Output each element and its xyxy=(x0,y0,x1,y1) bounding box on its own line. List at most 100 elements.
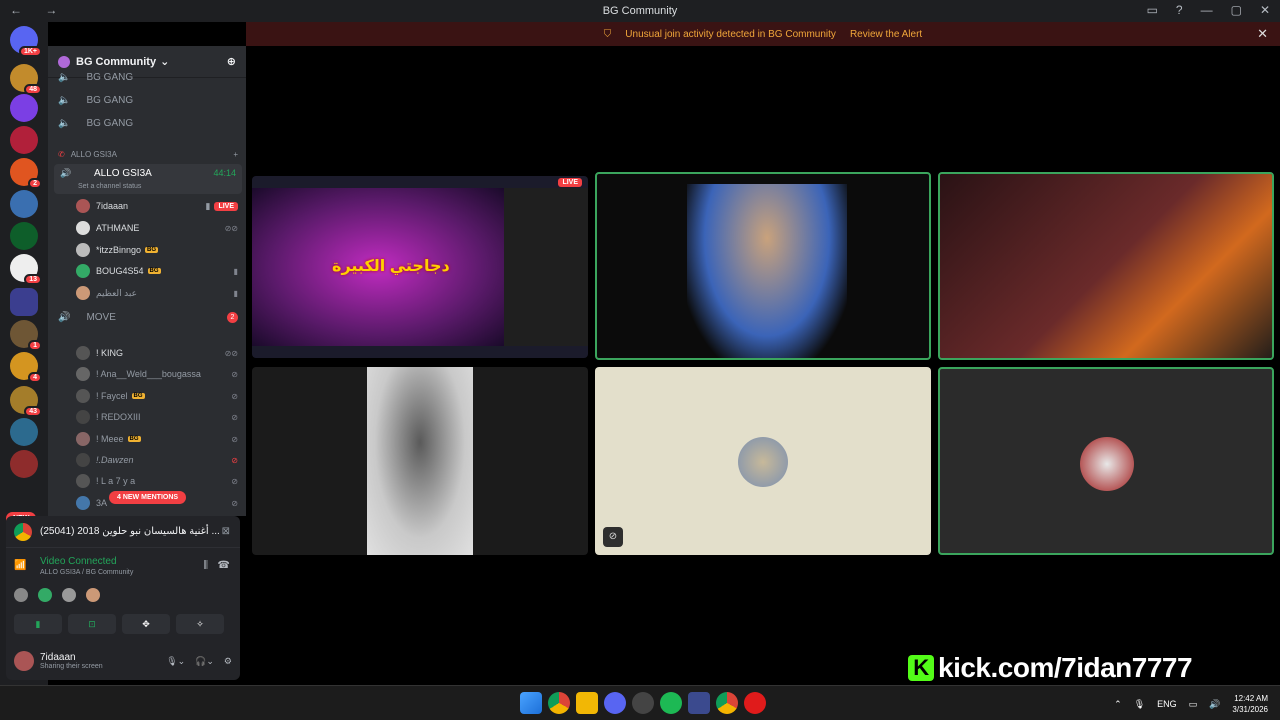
disconnect-icon[interactable]: ☎ xyxy=(218,560,230,571)
microphone-icon[interactable]: 🎙 xyxy=(1134,699,1145,710)
channel-sidebar: BG Community ⌄ ⊕ 🔈 BG GANG 🔈 BG GANG 🔈 BG G… xyxy=(48,46,246,516)
voice-member[interactable]: 7idaaan ▮ LIVE xyxy=(76,197,238,215)
channel-name: MOVE xyxy=(86,312,116,323)
discord-icon[interactable] xyxy=(604,692,626,714)
voice-member[interactable]: ! Ana__Weld___bougassa ⊘ xyxy=(76,365,238,383)
user-avatar[interactable] xyxy=(14,651,34,671)
new-mentions-pill[interactable]: 4 NEW MENTIONS xyxy=(109,491,187,504)
folder-icon[interactable] xyxy=(10,288,38,316)
server-icon[interactable]: 1 xyxy=(10,320,42,351)
server-icon[interactable]: 4 xyxy=(10,352,42,383)
voice-member[interactable]: ! KING ⊘⊘ xyxy=(76,344,238,362)
voice-channel[interactable]: 🔈 BG GANG xyxy=(58,118,238,129)
review-alert-link[interactable]: Review the Alert xyxy=(850,29,922,40)
avatar-tile[interactable]: ⊘ xyxy=(595,367,931,555)
voice-member[interactable]: ! L a 7 y a ⊘ xyxy=(76,472,238,490)
invite-icon[interactable]: ⊕ xyxy=(227,55,236,68)
server-icon[interactable]: 48 xyxy=(10,64,42,95)
channel-status-prompt[interactable]: Set a channel status xyxy=(78,183,141,190)
unread-badge: 2 xyxy=(28,178,42,189)
member-name: 3A xyxy=(96,498,108,508)
stream-tile[interactable]: دجاجتي الكبيرة LIVE xyxy=(252,176,588,358)
activity-card[interactable]: (25041) 2018 أغنية هالسيسان نبو حلوين ..… xyxy=(6,516,240,548)
voice-member[interactable]: !.Dawzen ⊘ xyxy=(76,451,238,469)
network-icon[interactable]: ▭ xyxy=(1189,699,1198,710)
spotify-icon[interactable] xyxy=(660,692,682,714)
unread-badge: 1K+ xyxy=(18,46,42,57)
active-channel[interactable]: 🔊 ALLO GSI3A 44:14 Set a channel status xyxy=(54,164,242,194)
system-tray: ⌃ 🎙 ENG ▭ 🔊 12:42 AM 3/31/2026 xyxy=(1114,693,1268,715)
camera-tile[interactable] xyxy=(252,367,588,555)
activities-button[interactable]: ✥ xyxy=(122,614,170,634)
close-icon[interactable]: ✕ xyxy=(1260,3,1270,17)
clock[interactable]: 12:42 AM 3/31/2026 xyxy=(1232,693,1268,715)
member-name: ! Meee xyxy=(96,434,124,444)
chrome-icon[interactable] xyxy=(548,692,570,714)
soundboard-button[interactable]: ✧ xyxy=(176,614,224,634)
channel-name: BG GANG xyxy=(86,95,134,106)
file-explorer-icon[interactable] xyxy=(576,692,598,714)
app-icon[interactable] xyxy=(688,692,710,714)
voice-member[interactable]: ! REDOXIII ⊘ xyxy=(76,408,238,426)
camera-button[interactable]: ▮ xyxy=(14,614,62,634)
muted-icon: ⊘ xyxy=(231,455,238,465)
windows-icon[interactable] xyxy=(520,692,542,714)
server-icon[interactable] xyxy=(10,190,38,218)
speaker-on-icon: 🔊 xyxy=(58,312,71,323)
gear-icon[interactable]: ⚙ xyxy=(224,656,232,667)
avatar-tile[interactable] xyxy=(938,367,1274,555)
camera-tile[interactable] xyxy=(595,172,931,360)
voice-channel[interactable]: 🔈 BG GANG xyxy=(58,95,238,106)
chevron-up-icon[interactable]: ⌃ xyxy=(1114,699,1122,710)
inbox-icon[interactable]: ▭ xyxy=(1147,3,1158,17)
voice-member[interactable]: ! Meee BG ⊘ xyxy=(76,430,238,448)
server-icon[interactable]: 2 xyxy=(10,158,42,189)
language-indicator[interactable]: ENG xyxy=(1157,699,1177,709)
headphones-icon[interactable]: 🎧⌄ xyxy=(195,656,214,667)
clock-time: 12:42 AM xyxy=(1234,694,1268,703)
camera-tile[interactable] xyxy=(938,172,1274,360)
screen-share-button[interactable]: ⊡ xyxy=(68,614,116,634)
voice-channel[interactable]: 🔊 MOVE 2 xyxy=(58,312,238,323)
server-icon[interactable]: 43 xyxy=(10,386,42,417)
voice-channel[interactable]: 🔈 BG GANG xyxy=(58,72,238,83)
close-alert-icon[interactable]: ✕ xyxy=(1257,26,1268,42)
member-name: !.Dawzen xyxy=(96,455,134,465)
server-icon[interactable] xyxy=(10,450,38,478)
server-icon[interactable]: 13 xyxy=(10,254,42,285)
voice-member[interactable]: BOUG4S54 BG ▮ xyxy=(76,262,238,280)
alert-banner: ⛉ Unusual join activity detected in BG C… xyxy=(246,22,1280,46)
voice-member[interactable]: *itzzBinngo BG xyxy=(76,241,238,259)
chrome-icon[interactable] xyxy=(716,692,738,714)
voice-member[interactable]: ! Faycel BG ⊘ xyxy=(76,387,238,405)
user-status: Sharing their screen xyxy=(40,663,103,670)
obs-icon[interactable] xyxy=(632,692,654,714)
maximize-icon[interactable]: ▢ xyxy=(1231,3,1242,17)
server-icon[interactable] xyxy=(10,418,38,446)
participant-video xyxy=(367,367,473,555)
server-icon[interactable] xyxy=(10,222,38,250)
category-header[interactable]: ✆ ALLO GSI3A + xyxy=(58,150,238,159)
camera-icon: ▮ xyxy=(233,288,238,298)
speaker-on-icon: 🔊 xyxy=(60,168,72,178)
youtube-icon[interactable] xyxy=(744,692,766,714)
window-controls[interactable]: ▭ ? — ▢ ✕ xyxy=(1147,3,1270,17)
popout-icon[interactable]: ⊠ xyxy=(222,526,230,537)
voice-controls: ▮ ⊡ ✥ ✧ xyxy=(14,614,224,634)
microphone-icon[interactable]: 🎙⌄ xyxy=(166,656,185,667)
server-icon[interactable] xyxy=(10,126,38,154)
server-icon[interactable] xyxy=(10,94,38,122)
muted-icon: ⊘⊘ xyxy=(224,348,238,358)
unread-badge: 4 xyxy=(28,372,42,383)
volume-icon[interactable]: 🔊 xyxy=(1209,699,1220,710)
noise-suppression-icon[interactable]: ⫼ xyxy=(203,560,208,571)
home-icon[interactable]: 1K+ xyxy=(10,26,42,57)
voice-member[interactable]: ATHMANE ⊘⊘ xyxy=(76,219,238,237)
speaker-icon: 🔈 xyxy=(58,95,71,106)
camera-icon: ▮ xyxy=(205,200,211,211)
voice-member[interactable]: عبد العظيم ▮ xyxy=(76,284,238,302)
window-title: BG Community xyxy=(602,5,678,17)
add-channel-icon[interactable]: + xyxy=(233,150,238,159)
help-icon[interactable]: ? xyxy=(1176,3,1183,17)
minimize-icon[interactable]: — xyxy=(1201,3,1213,17)
